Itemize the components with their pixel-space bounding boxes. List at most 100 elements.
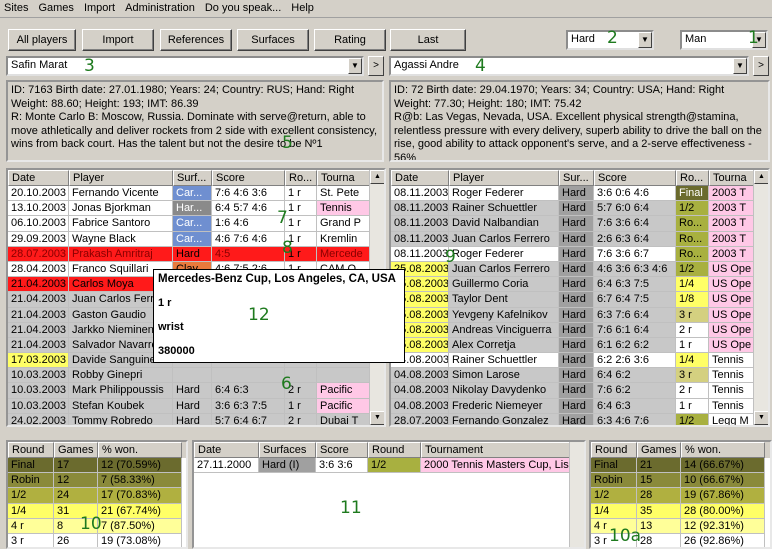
scroll-up-icon[interactable]: ▲	[370, 170, 384, 184]
table-cell: Dubai T	[317, 413, 373, 425]
table-row[interactable]: 27.11.2000 Hard (I) 3:6 3:6 1/2 2000 Tennis …	[194, 458, 584, 474]
table-cell: 1 r	[285, 201, 317, 217]
last-button[interactable]: Last	[390, 29, 466, 51]
scroll-down-icon[interactable]: ▼	[370, 411, 384, 425]
table-cell: 21.04.2003	[8, 292, 69, 308]
references-button[interactable]: References	[160, 29, 232, 51]
table-row[interactable]: 1/2 28 19 (67.86%)	[591, 488, 770, 504]
menu-do-you-speak[interactable]: Do you speak...	[201, 0, 287, 14]
table-row[interactable]: 04.08.2003 Frederic Niemeyer Hard 6:4 6:3 1 …	[391, 398, 768, 414]
table-row[interactable]: Robin 15 10 (66.67%)	[591, 473, 770, 489]
table-cell: Roger Federer	[449, 186, 559, 202]
table-row[interactable]: 1/4 35 28 (80.00%)	[591, 503, 770, 519]
table-body: Final 17 12 (70.59%) Robin 12 7 (58.33%) 1/2 24…	[8, 458, 186, 547]
table-header: Date Surfaces Score Round Tournament	[194, 442, 584, 458]
table-row[interactable]: 1/2 24 17 (70.83%)	[8, 488, 186, 504]
chevron-down-icon[interactable]: ▼	[733, 58, 747, 74]
table-row[interactable]: 28.07.2003 Prakash Amritraj Hard 4:5 1 r Merc…	[8, 246, 384, 262]
table-cell: Roger Federer	[449, 246, 559, 262]
table-row[interactable]: 3 r 26 19 (73.08%)	[8, 533, 186, 547]
table-cell	[173, 368, 212, 384]
table-row[interactable]: 25.08.2003 Taylor Dent Hard 6:7 6:4 7:5 1/8 U…	[391, 292, 768, 308]
table-cell: 19 (73.08%)	[98, 533, 182, 547]
table-row[interactable]: 04.08.2003 Simon Larose Hard 6:4 6:2 3 r Tenn…	[391, 368, 768, 384]
table-cell: Mark Philippoussis	[69, 383, 173, 399]
annotation-7: 7	[277, 208, 288, 228]
table-row[interactable]: Final 21 14 (66.67%)	[591, 458, 770, 474]
table-row[interactable]: 10.03.2003 Robby Ginepri	[8, 368, 384, 384]
all-players-button[interactable]: All players	[8, 29, 76, 51]
table-cell: 2 r	[676, 322, 709, 338]
player1-select[interactable]: Safin Marat ▼	[6, 56, 364, 76]
table-cell: Car...	[173, 216, 212, 232]
annotation-8: 8	[282, 238, 293, 258]
menu-administration[interactable]: Administration	[121, 0, 201, 14]
table-row[interactable]: 13.10.2003 Jonas Bjorkman Har... 6:4 5:7 4:…	[8, 201, 384, 217]
scroll-down-icon[interactable]: ▼	[754, 411, 768, 425]
menu-sites[interactable]: Sites	[0, 0, 34, 14]
table-cell: 2 r	[285, 413, 317, 425]
vertical-scrollbar[interactable]: ▲ ▼	[753, 170, 768, 425]
chevron-down-icon[interactable]: ▼	[638, 32, 652, 48]
table-cell: 1 r	[676, 337, 709, 354]
table-row[interactable]: 25.08.2003 Andreas Vinciguerra Hard 7:6 6:1…	[391, 322, 768, 338]
table-row[interactable]: 06.10.2003 Fabrice Santoro Car... 1:6 4:6 1 …	[8, 216, 384, 232]
table-row[interactable]: 08.11.2003 Rainer Schuettler Hard 5:7 6:0 6…	[391, 201, 768, 217]
table-cell: 17	[54, 458, 98, 474]
table-cell: Robby Ginepri	[69, 368, 173, 384]
table-row[interactable]: 10.03.2003 Stefan Koubek Hard 3:6 6:3 7:5 1 …	[8, 398, 384, 414]
player2-select[interactable]: Agassi Andre ▼	[389, 56, 749, 76]
table-cell: 12 (70.59%)	[98, 458, 182, 474]
table-cell: 7:6 4:6 3:6	[212, 186, 285, 202]
column-header: Ro...	[676, 170, 709, 186]
table-cell: 20.10.2003	[8, 186, 69, 202]
player1-next-button[interactable]: >	[368, 56, 384, 76]
table-row[interactable]: 25.08.2003 Alex Corretja Hard 6:1 6:2 6:2 1 …	[391, 337, 768, 354]
annotation-3: 3	[84, 56, 95, 76]
surfaces-button[interactable]: Surfaces	[237, 29, 309, 51]
table-cell: 1/2	[676, 413, 709, 425]
table-row[interactable]: 04.08.2003 Rainer Schuettler Hard 6:2 2:6 3…	[391, 353, 768, 369]
table-cell: US Ope	[709, 292, 757, 308]
table-cell: Hard	[559, 383, 594, 399]
table-cell: Car...	[173, 186, 212, 202]
table-row[interactable]: 08.11.2003 David Nalbandian Hard 7:6 3:6 6:…	[391, 216, 768, 232]
column-header: Round	[8, 442, 54, 458]
table-row[interactable]: 24.02.2003 Tommy Robredo Hard 5:7 6:4 6:7 2 …	[8, 413, 384, 425]
scroll-up-icon[interactable]: ▲	[754, 170, 768, 184]
table-cell: 4:6 7:6 4:6	[212, 231, 285, 247]
table-cell: 3:6 3:6	[316, 458, 368, 474]
table-row[interactable]: 28.07.2003 Fernando Gonzalez Hard 6:3 4:6 7…	[391, 413, 768, 425]
menu-games[interactable]: Games	[34, 0, 79, 14]
table-row[interactable]: 29.09.2003 Wayne Black Car... 4:6 7:6 4:6 1 …	[8, 231, 384, 247]
table-row[interactable]: 08.11.2003 Roger Federer Hard 3:6 0:6 4:6 Fi…	[391, 186, 768, 202]
table-row[interactable]: 20.10.2003 Fernando Vicente Car... 7:6 4:6 …	[8, 186, 384, 202]
table-row[interactable]: 25.08.2003 Yevgeny Kafelnikov Hard 6:3 7:6 …	[391, 307, 768, 323]
player2-next-button[interactable]: >	[753, 56, 769, 76]
table-cell: 2003 T	[709, 186, 757, 202]
import-button[interactable]: Import	[82, 29, 154, 51]
table-cell: US Ope	[709, 277, 757, 293]
vertical-scrollbar[interactable]	[569, 442, 584, 547]
table-cell: Car...	[173, 231, 212, 247]
table-row[interactable]: 10.03.2003 Mark Philippoussis Hard 6:4 6:3 2…	[8, 383, 384, 399]
table-row[interactable]: 08.11.2003 Juan Carlos Ferrero Hard 2:6 6:3…	[391, 231, 768, 247]
table-row[interactable]: Final 17 12 (70.59%)	[8, 458, 186, 474]
menu-help[interactable]: Help	[287, 0, 320, 14]
table-cell: 2:6 6:3 6:4	[594, 231, 676, 247]
table-header: Round Games% won.	[591, 442, 770, 458]
table-cell: Andreas Vinciguerra	[449, 322, 559, 338]
table-cell: 04.08.2003	[391, 383, 449, 399]
rating-button[interactable]: Rating	[314, 29, 386, 51]
table-cell: 1/4	[591, 503, 637, 519]
table-cell: 7 (87.50%)	[98, 518, 182, 534]
menu-import[interactable]: Import	[80, 0, 121, 14]
table-cell: 6:3 7:6 6:4	[594, 307, 676, 323]
table-row[interactable]: 04.08.2003 Nikolay Davydenko Hard 7:6 6:2 2 …	[391, 383, 768, 399]
table-row[interactable]: 25.08.2003 Guillermo Coria Hard 6:4 6:3 7:5…	[391, 277, 768, 293]
table-cell: 06.10.2003	[8, 216, 69, 232]
chevron-down-icon[interactable]: ▼	[348, 58, 362, 74]
table-cell: 24.02.2003	[8, 413, 69, 425]
table-cell: Fabrice Santoro	[69, 216, 173, 232]
table-row[interactable]: Robin 12 7 (58.33%)	[8, 473, 186, 489]
